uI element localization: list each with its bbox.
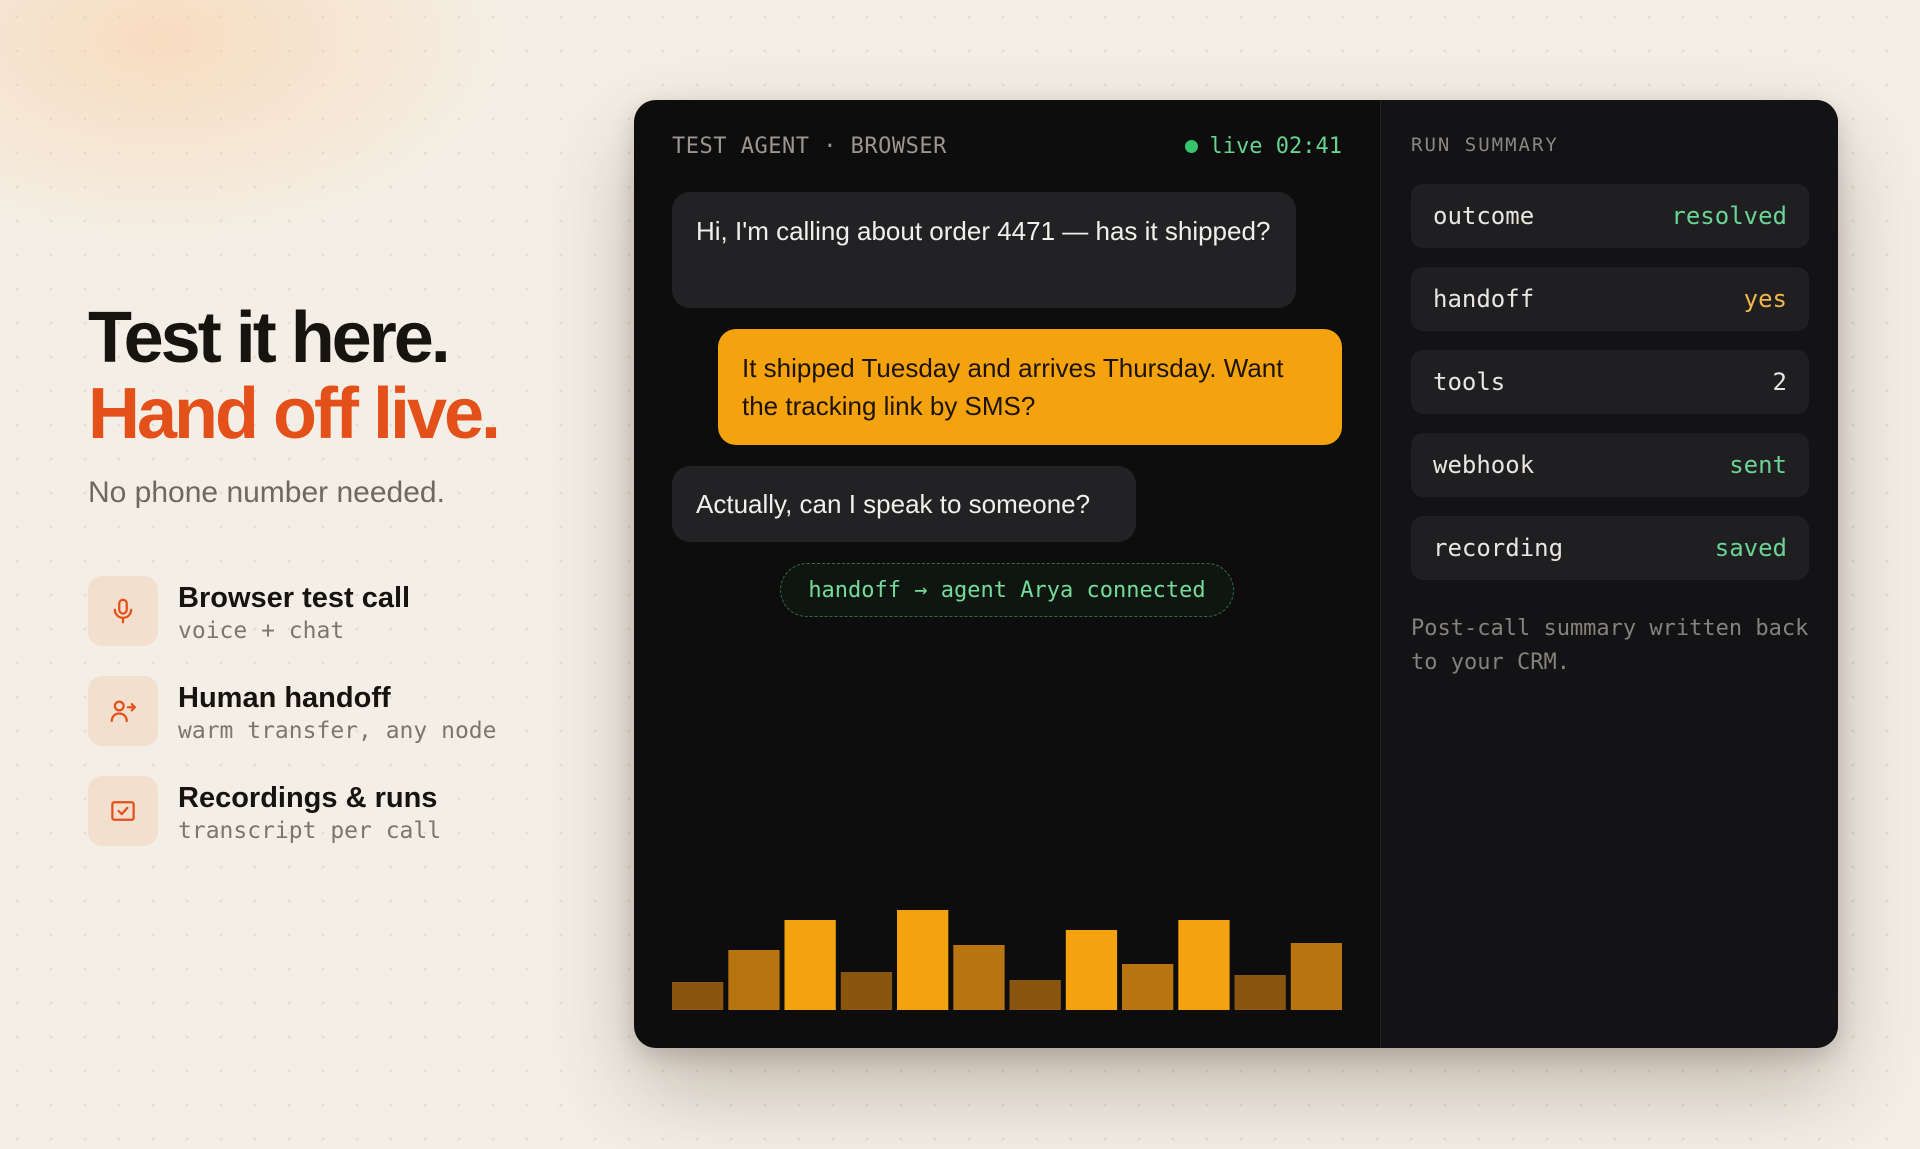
- audio-waveform: [672, 910, 1343, 1010]
- summary-value: saved: [1714, 534, 1787, 562]
- waveform-bar: [840, 972, 893, 1010]
- summary-row-recording: recording saved: [1411, 516, 1809, 580]
- summary-row-tools: tools 2: [1411, 350, 1809, 414]
- feature-list: Browser test call voice + chat Human han…: [88, 576, 497, 876]
- summary-value: resolved: [1671, 202, 1787, 230]
- waveform-bar: [728, 950, 780, 1010]
- feature-title: Human handoff: [178, 682, 391, 714]
- waveform-bar: [1290, 943, 1343, 1010]
- live-dot-icon: [1184, 140, 1198, 153]
- waveform-bar: [897, 910, 949, 1010]
- waveform-bar: [1178, 920, 1230, 1010]
- summary-key: handoff: [1433, 285, 1535, 313]
- test-agent-window: TEST AGENT · BROWSER live 02:41 Hi, I'm …: [634, 100, 1838, 1048]
- message-caller: Hi, I'm calling about order 4471 — has i…: [672, 192, 1296, 308]
- run-summary-panel: RUN SUMMARY outcome resolved handoff yes…: [1380, 100, 1838, 1048]
- live-timer: live 02:41: [1209, 134, 1342, 159]
- summary-key: webhook: [1433, 451, 1535, 479]
- feature-human-handoff: Human handoff warm transfer, any node: [88, 676, 497, 776]
- feature-recordings-runs: Recordings & runs transcript per call: [88, 776, 497, 876]
- feature-meta: transcript per call: [178, 818, 442, 844]
- hero-subtitle: No phone number needed.: [88, 476, 445, 509]
- waveform-bar: [1009, 980, 1061, 1010]
- hero-heading-line1: Test it here.: [88, 298, 451, 378]
- summary-rows: outcome resolved handoff yes tools 2 web…: [1411, 184, 1809, 599]
- summary-row-webhook: webhook sent: [1411, 433, 1809, 497]
- feature-meta: voice + chat: [178, 618, 345, 644]
- summary-key: tools: [1433, 368, 1506, 396]
- summary-key: recording: [1433, 534, 1564, 562]
- waveform-svg: [672, 910, 1343, 1010]
- recording-check-icon: [88, 776, 158, 846]
- summary-note: Post-call summary written back to your C…: [1411, 616, 1809, 675]
- waveform-bar: [1122, 964, 1174, 1010]
- feature-title: Recordings & runs: [178, 782, 438, 814]
- summary-row-handoff: handoff yes: [1411, 267, 1809, 331]
- chat-panel: TEST AGENT · BROWSER live 02:41 Hi, I'm …: [634, 100, 1380, 1048]
- summary-row-outcome: outcome resolved: [1411, 184, 1809, 248]
- summary-value: 2: [1772, 368, 1787, 396]
- handoff-notice: handoff → agent Arya connected: [780, 563, 1234, 617]
- hero-heading-line2: Hand off live.: [88, 374, 501, 454]
- feature-title: Browser test call: [178, 582, 411, 614]
- waveform-bar: [953, 945, 1005, 1010]
- feature-browser-test-call: Browser test call voice + chat: [88, 576, 497, 676]
- chat-header: TEST AGENT · BROWSER live 02:41: [672, 134, 1342, 159]
- waveform-bar: [1234, 975, 1286, 1010]
- user-transfer-icon: [88, 676, 158, 746]
- live-indicator: live 02:41: [1184, 134, 1342, 159]
- summary-value: yes: [1743, 285, 1787, 313]
- message-agent: It shipped Tuesday and arrives Thursday.…: [718, 329, 1342, 445]
- waveform-bar: [784, 920, 836, 1010]
- feature-meta: warm transfer, any node: [178, 718, 497, 744]
- microphone-icon: [88, 576, 158, 646]
- hero: Test it here. Hand off live. No phone nu…: [88, 300, 608, 510]
- run-summary-title: RUN SUMMARY: [1411, 134, 1559, 156]
- waveform-bar: [672, 982, 724, 1010]
- message-caller: Actually, can I speak to someone?: [672, 466, 1136, 542]
- chat-title: TEST AGENT · BROWSER: [672, 134, 947, 159]
- summary-value: sent: [1729, 451, 1787, 479]
- waveform-bar: [1065, 930, 1118, 1010]
- summary-key: outcome: [1433, 202, 1535, 230]
